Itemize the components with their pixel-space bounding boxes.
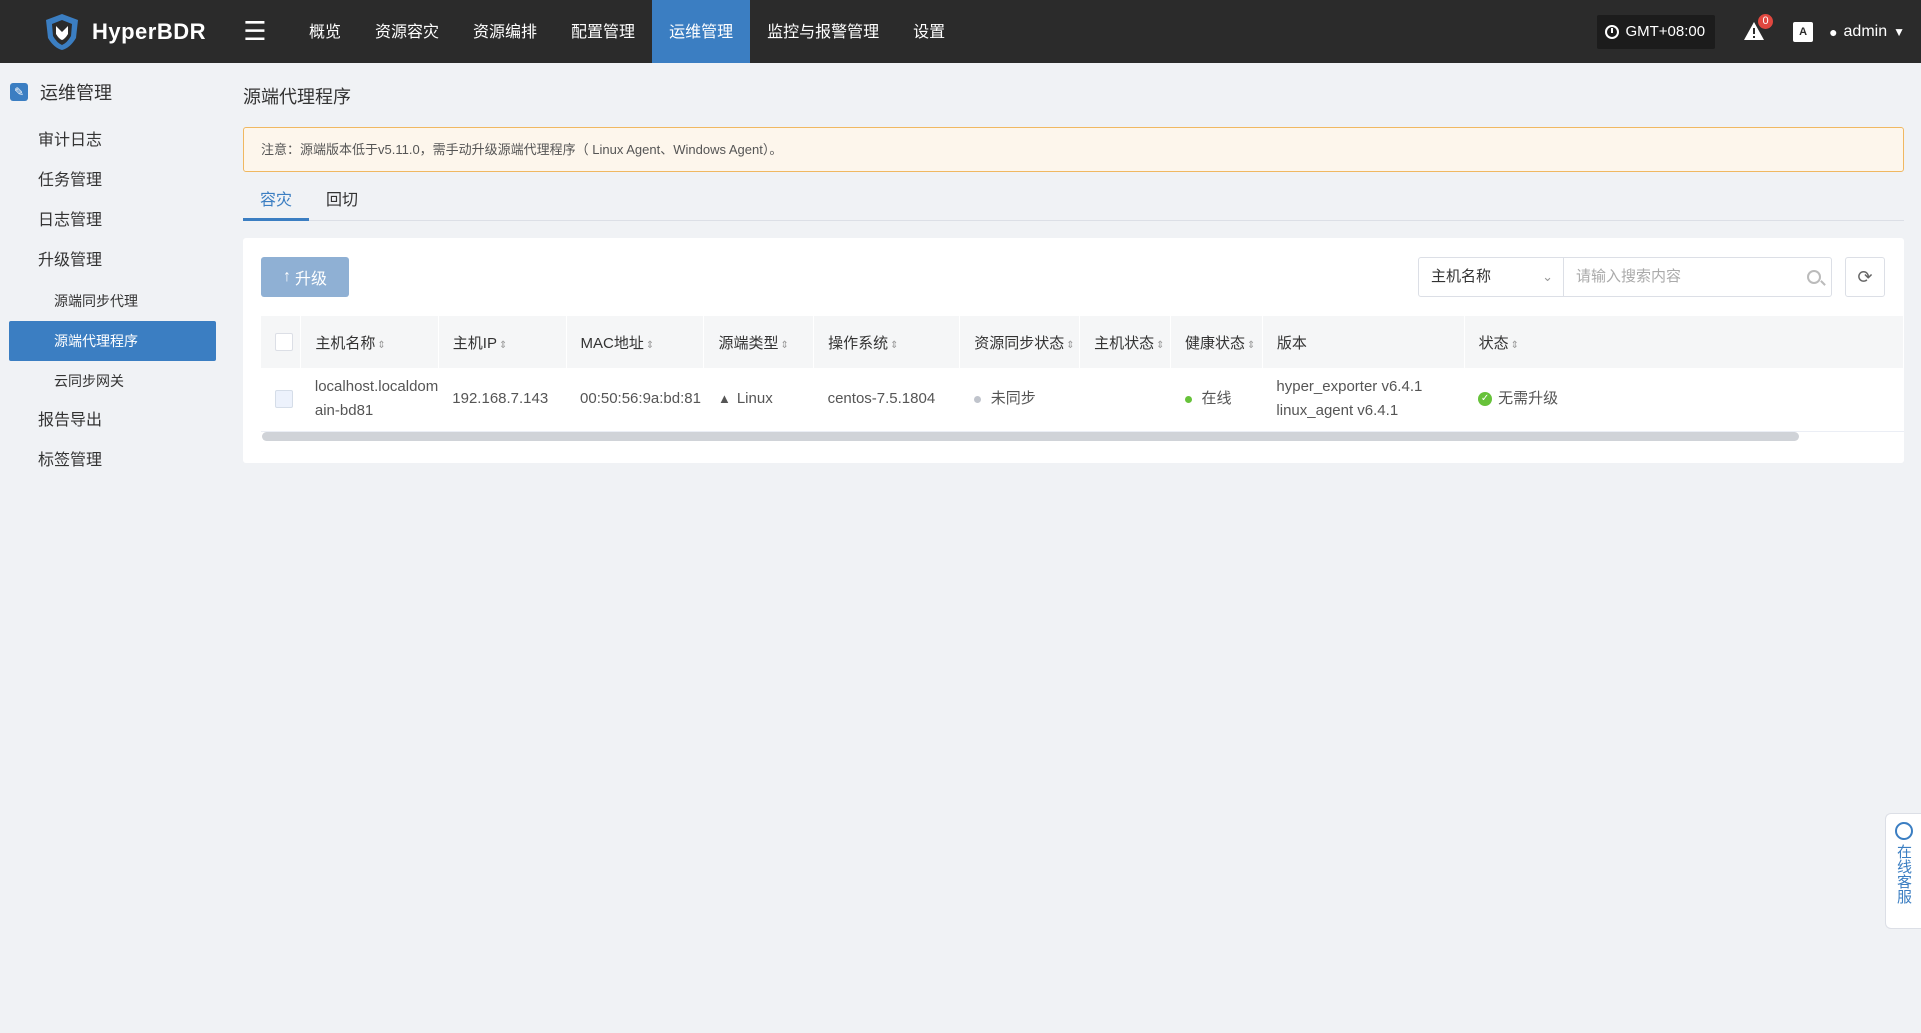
sort-icon: ⇕ (890, 339, 899, 351)
language-icon[interactable]: A (1793, 21, 1814, 42)
tab-bar: 容灾 回切 (243, 185, 1904, 221)
sort-icon: ⇕ (1066, 339, 1075, 351)
col-hostname[interactable]: 主机名称 ⇕ (300, 316, 439, 368)
cell-ip: 192.168.7.143 (452, 390, 549, 408)
sidebar-item-task-management[interactable]: 任务管理 (0, 161, 226, 201)
refresh-icon: ⟳ (1857, 267, 1873, 287)
row-checkbox[interactable] (275, 390, 293, 409)
search-icon[interactable] (1807, 270, 1821, 284)
sidebar-title: ✎ 运维管理 (0, 63, 226, 121)
sort-icon: ⇕ (1247, 339, 1256, 351)
online-service-button[interactable]: 在线客服 (1885, 813, 1921, 929)
select-all-cell (261, 316, 302, 368)
username: admin (1843, 22, 1888, 40)
table-row[interactable]: localhost.localdom ain-bd81 192.168.7.14… (261, 368, 1904, 431)
arrow-up-icon: ↑ (282, 268, 291, 285)
page-title: 源端代理程序 (243, 87, 351, 107)
sidebar-title-label: 运维管理 (40, 83, 112, 103)
sidebar-item-cloud-sync-gateway[interactable]: 云同步网关 (0, 361, 226, 401)
status-dot-icon (973, 395, 981, 403)
cell-status: ✓ 无需升级 (1464, 368, 1903, 431)
app-name: HyperBDR (92, 18, 207, 44)
tab-dr[interactable]: 容灾 (243, 185, 310, 221)
upgrade-notice: 注意：源端版本低于v5.11.0，需手动升级源端代理程序（ Linux Agen… (243, 127, 1904, 172)
horizontal-scrollbar[interactable] (262, 432, 1799, 441)
search-field-select[interactable]: 主机名称 ⌄ (1418, 257, 1564, 297)
main-nav: 概览 资源容灾 资源编排 配置管理 运维管理 监控与报警管理 设置 (292, 0, 962, 63)
cell-health: 在线 (1171, 368, 1263, 431)
search-field-selected: 主机名称 (1431, 268, 1492, 285)
upgrade-button[interactable]: ↑ 升级 (261, 257, 349, 297)
timezone-display[interactable]: GMT+08:00 (1597, 14, 1716, 49)
sidebar: ✎ 运维管理 审计日志 任务管理 日志管理 升级管理 源端同步代理 源端代理程序… (0, 63, 226, 1033)
sort-icon: ⇕ (1156, 339, 1165, 351)
wrench-icon: ✎ (10, 83, 28, 101)
sort-icon: ⇕ (645, 339, 655, 351)
cell-source-type: ▲ Linux (717, 390, 773, 408)
select-all-checkbox[interactable] (275, 333, 293, 352)
cell-os: centos-7.5.1804 (827, 390, 936, 408)
alert-button[interactable]: 0 (1743, 13, 1774, 44)
top-header: HyperBDR ☰ 概览 资源容灾 资源编排 配置管理 运维管理 监控与报警管… (0, 0, 1921, 63)
col-host-ip[interactable]: 主机IP ⇕ (438, 316, 567, 368)
tab-failback[interactable]: 回切 (309, 185, 375, 221)
agent-table-panel: ↑ 升级 主机名称 ⌄ ⟳ 主机名称⇕ 主机IP⇕ MAC地址⇕ 源端类型⇕ 操… (243, 238, 1905, 463)
user-menu[interactable]: ● admin ▼ (1829, 23, 1905, 41)
col-sync-status[interactable]: 资源同步状态 ⇕ (959, 316, 1081, 368)
nav-ops[interactable]: 运维管理 (652, 0, 751, 63)
cell-version: hyper_exporter v6.4.1 linux_agent v6.4.1 (1276, 378, 1423, 420)
table-header-row: 主机名称 ⇕ 主机IP ⇕ MAC地址 ⇕ 源端类型 ⇕ 操作系统 ⇕ 资源同步状态 ⇕ 主… (261, 316, 1905, 368)
check-circle-icon: ✓ (1478, 392, 1493, 407)
sort-icon: ⇕ (780, 339, 789, 351)
user-icon: ● (1829, 23, 1838, 40)
online-service-label: 在线客服 (1895, 844, 1912, 904)
sort-icon: ⇕ (377, 339, 386, 351)
nav-resource-dr[interactable]: 资源容灾 (358, 0, 456, 63)
sidebar-item-upgrade-management[interactable]: 升级管理 (0, 241, 226, 281)
search-input[interactable] (1576, 258, 1796, 295)
sort-icon: ⇕ (498, 339, 508, 351)
nav-resource-orchestration[interactable]: 资源编排 (456, 0, 554, 63)
menu-toggle-icon[interactable]: ☰ (238, 16, 272, 47)
headset-icon (1894, 822, 1913, 840)
header-right: GMT+08:00 0 A ● admin ▼ (1597, 0, 1921, 63)
sidebar-item-tag-management[interactable]: 标签管理 (0, 441, 226, 481)
sidebar-item-report-export[interactable]: 报告导出 (0, 401, 226, 441)
nav-overview[interactable]: 概览 (292, 0, 358, 63)
col-source-type[interactable]: 源端类型 ⇕ (703, 316, 815, 368)
nav-monitoring[interactable]: 监控与报警管理 (750, 0, 896, 63)
nav-config[interactable]: 配置管理 (554, 0, 652, 63)
cell-host-status (1080, 368, 1171, 431)
cell-sync-status: 未同步 (960, 368, 1080, 431)
status-dot-icon (1184, 395, 1192, 403)
row-select-cell (261, 368, 301, 431)
nav-settings[interactable]: 设置 (896, 0, 962, 63)
refresh-button[interactable]: ⟳ (1845, 257, 1885, 297)
col-health[interactable]: 健康状态 ⇕ (1170, 316, 1263, 368)
linux-icon: ▲ (717, 391, 731, 407)
logo[interactable]: HyperBDR (0, 12, 230, 52)
chevron-down-icon: ⌄ (1542, 269, 1553, 284)
cell-mac: 00:50:56:9a:bd:81 (580, 390, 701, 408)
clock-icon (1605, 24, 1620, 39)
timezone-label: GMT+08:00 (1625, 22, 1706, 40)
search-box (1563, 257, 1832, 297)
agent-table: 主机名称 ⇕ 主机IP ⇕ MAC地址 ⇕ 源端类型 ⇕ 操作系统 ⇕ 资源同步状态 ⇕ 主… (261, 316, 1905, 432)
upgrade-button-label: 升级 (294, 271, 327, 288)
sidebar-item-audit-log[interactable]: 审计日志 (0, 121, 226, 161)
col-status[interactable]: 状态 ⇕ (1464, 316, 1905, 368)
col-mac[interactable]: MAC地址 ⇕ (566, 316, 705, 368)
col-host-status[interactable]: 主机状态 ⇕ (1079, 316, 1172, 368)
sidebar-item-source-sync-proxy[interactable]: 源端同步代理 (0, 281, 226, 321)
caret-down-icon: ▼ (1893, 24, 1905, 39)
alert-badge: 0 (1758, 13, 1774, 29)
sidebar-item-log-management[interactable]: 日志管理 (0, 201, 226, 241)
cell-hostname: localhost.localdom ain-bd81 (314, 378, 439, 420)
col-os[interactable]: 操作系统 ⇕ (813, 316, 961, 368)
col-version: 版本 (1262, 316, 1465, 368)
sidebar-item-source-agent[interactable]: 源端代理程序 (9, 321, 216, 361)
shield-logo-icon (46, 13, 78, 50)
sort-icon: ⇕ (1510, 339, 1520, 351)
